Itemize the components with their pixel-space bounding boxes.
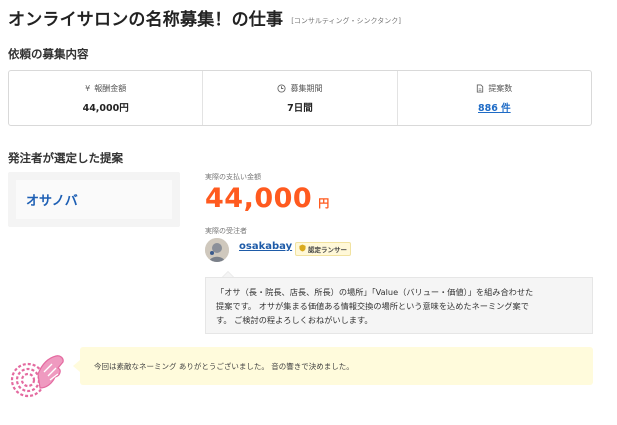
certified-lancer-badge: 認定ランサー: [295, 242, 351, 256]
avatar[interactable]: [205, 238, 229, 262]
selected-proposal-name: オサノバ: [26, 194, 78, 209]
page-header: オンライサロンの名称募集！の仕事 [コンサルティング・シンクタンク]: [8, 5, 401, 30]
shield-icon: [299, 244, 306, 254]
proposal-text-line: 「オサ（長・院長、店長、所長）の場所」「Value（バリュー・価値）」を組み合わ…: [216, 287, 534, 297]
clock-icon: [277, 83, 287, 93]
client-comment-text: 今回は素敵なネーミング ありがとうございました。 音の響きで決めました。: [94, 361, 354, 371]
payment-amount: 44,000 円: [205, 183, 329, 214]
stat-proposals-label: 提案数: [488, 83, 513, 93]
request-section-heading: 依頼の募集内容: [8, 47, 89, 61]
proposal-text-box: 「オサ（長・院長、店長、所長）の場所」「Value（バリュー・価値）」を組み合わ…: [205, 277, 593, 334]
badge-label: 認定ランサー: [308, 246, 347, 254]
category-label[interactable]: [コンサルティング・シンクタンク]: [291, 16, 401, 26]
yen-icon: ¥: [85, 83, 91, 93]
stat-reward: ¥ 報酬金額 44,000円: [9, 71, 204, 125]
proposal-text-line: 提案です。 オサが集まる価値ある情報交換の場所という意味を込めたネーミング案で: [216, 301, 529, 311]
payment-amount-unit: 円: [318, 197, 330, 210]
stat-proposals: 提案数 886 件: [398, 71, 591, 125]
contractor-name-link[interactable]: osakabay: [239, 241, 292, 252]
payment-amount-value: 44,000: [205, 183, 313, 214]
client-comment-box: 今回は素敵なネーミング ありがとうございました。 音の響きで決めました。: [80, 347, 593, 385]
stat-reward-label: 報酬金額: [94, 83, 127, 93]
stat-period-label: 募集期間: [290, 83, 323, 93]
proposals-count-link[interactable]: 886 件: [478, 103, 511, 114]
proposal-text-line: す。 ご検討の程よろしくおねがいします。: [216, 315, 373, 325]
page-title: オンライサロンの名称募集！の仕事: [8, 10, 284, 30]
stat-period: 募集期間 7日間: [203, 71, 398, 125]
stat-reward-value: 44,000円: [82, 102, 129, 114]
selected-section-heading: 発注者が選定した提案: [8, 151, 123, 165]
contractor-label: 実際の受注者: [205, 227, 247, 235]
request-stats-panel: ¥ 報酬金額 44,000円 募集期間 7日間 提案数 886 件: [8, 70, 592, 126]
selected-proposal-card: オサノバ: [8, 172, 180, 227]
stat-period-value: 7日間: [287, 102, 313, 114]
client-hand-icon: [8, 344, 70, 406]
payment-amount-label: 実際の支払い金額: [205, 173, 261, 181]
document-icon: [476, 83, 484, 93]
